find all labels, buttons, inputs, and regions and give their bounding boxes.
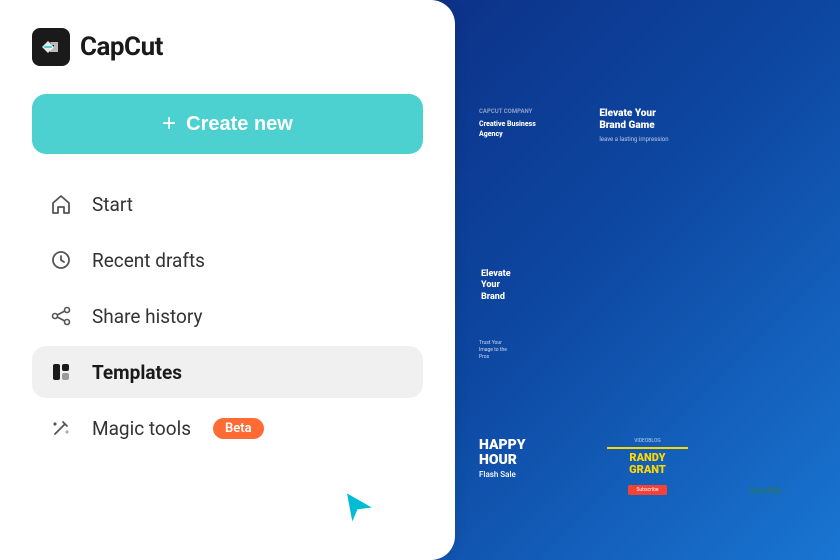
capcut-logo-icon xyxy=(32,28,70,66)
magic-tools-label: Magic tools xyxy=(92,417,191,440)
share-icon xyxy=(48,303,74,329)
logo-area: CapCut xyxy=(32,28,423,66)
create-new-label: Create new xyxy=(186,113,293,136)
template-thumbnail-8: VIDEOBLOG RANDYGRANT Subscribe xyxy=(591,428,703,538)
share-history-label: Share history xyxy=(92,305,202,328)
clock-icon xyxy=(48,247,74,273)
sidebar: CapCut + Create new Start Recent dra xyxy=(0,0,455,560)
recent-drafts-label: Recent drafts xyxy=(92,249,205,272)
templates-grid: CAPCUT COMPANY Creative BusinessAgency B… xyxy=(455,92,840,560)
templates-label: Templates xyxy=(92,361,182,384)
plus-icon: + xyxy=(162,112,176,136)
sidebar-item-share-history[interactable]: Share history xyxy=(32,290,423,342)
home-icon xyxy=(48,191,74,217)
sidebar-item-magic-tools[interactable]: Magic tools Beta xyxy=(32,402,423,454)
start-label: Start xyxy=(92,193,133,216)
sidebar-item-start[interactable]: Start xyxy=(32,178,423,230)
magic-icon xyxy=(48,415,74,441)
template-icon xyxy=(48,359,74,385)
beta-badge: Beta xyxy=(213,418,264,439)
nav-list: Start Recent drafts Share xyxy=(32,178,423,454)
sidebar-item-recent-drafts[interactable]: Recent drafts xyxy=(32,234,423,286)
template-card-8[interactable]: VIDEOBLOG RANDYGRANT Subscribe Other Ind… xyxy=(591,428,703,560)
right-panel: Image × ‹ 178 search results for monogra… xyxy=(455,0,840,560)
create-new-button[interactable]: + Create new xyxy=(32,94,423,154)
sidebar-item-templates[interactable]: Templates xyxy=(32,346,423,398)
app-name: CapCut xyxy=(80,32,163,62)
